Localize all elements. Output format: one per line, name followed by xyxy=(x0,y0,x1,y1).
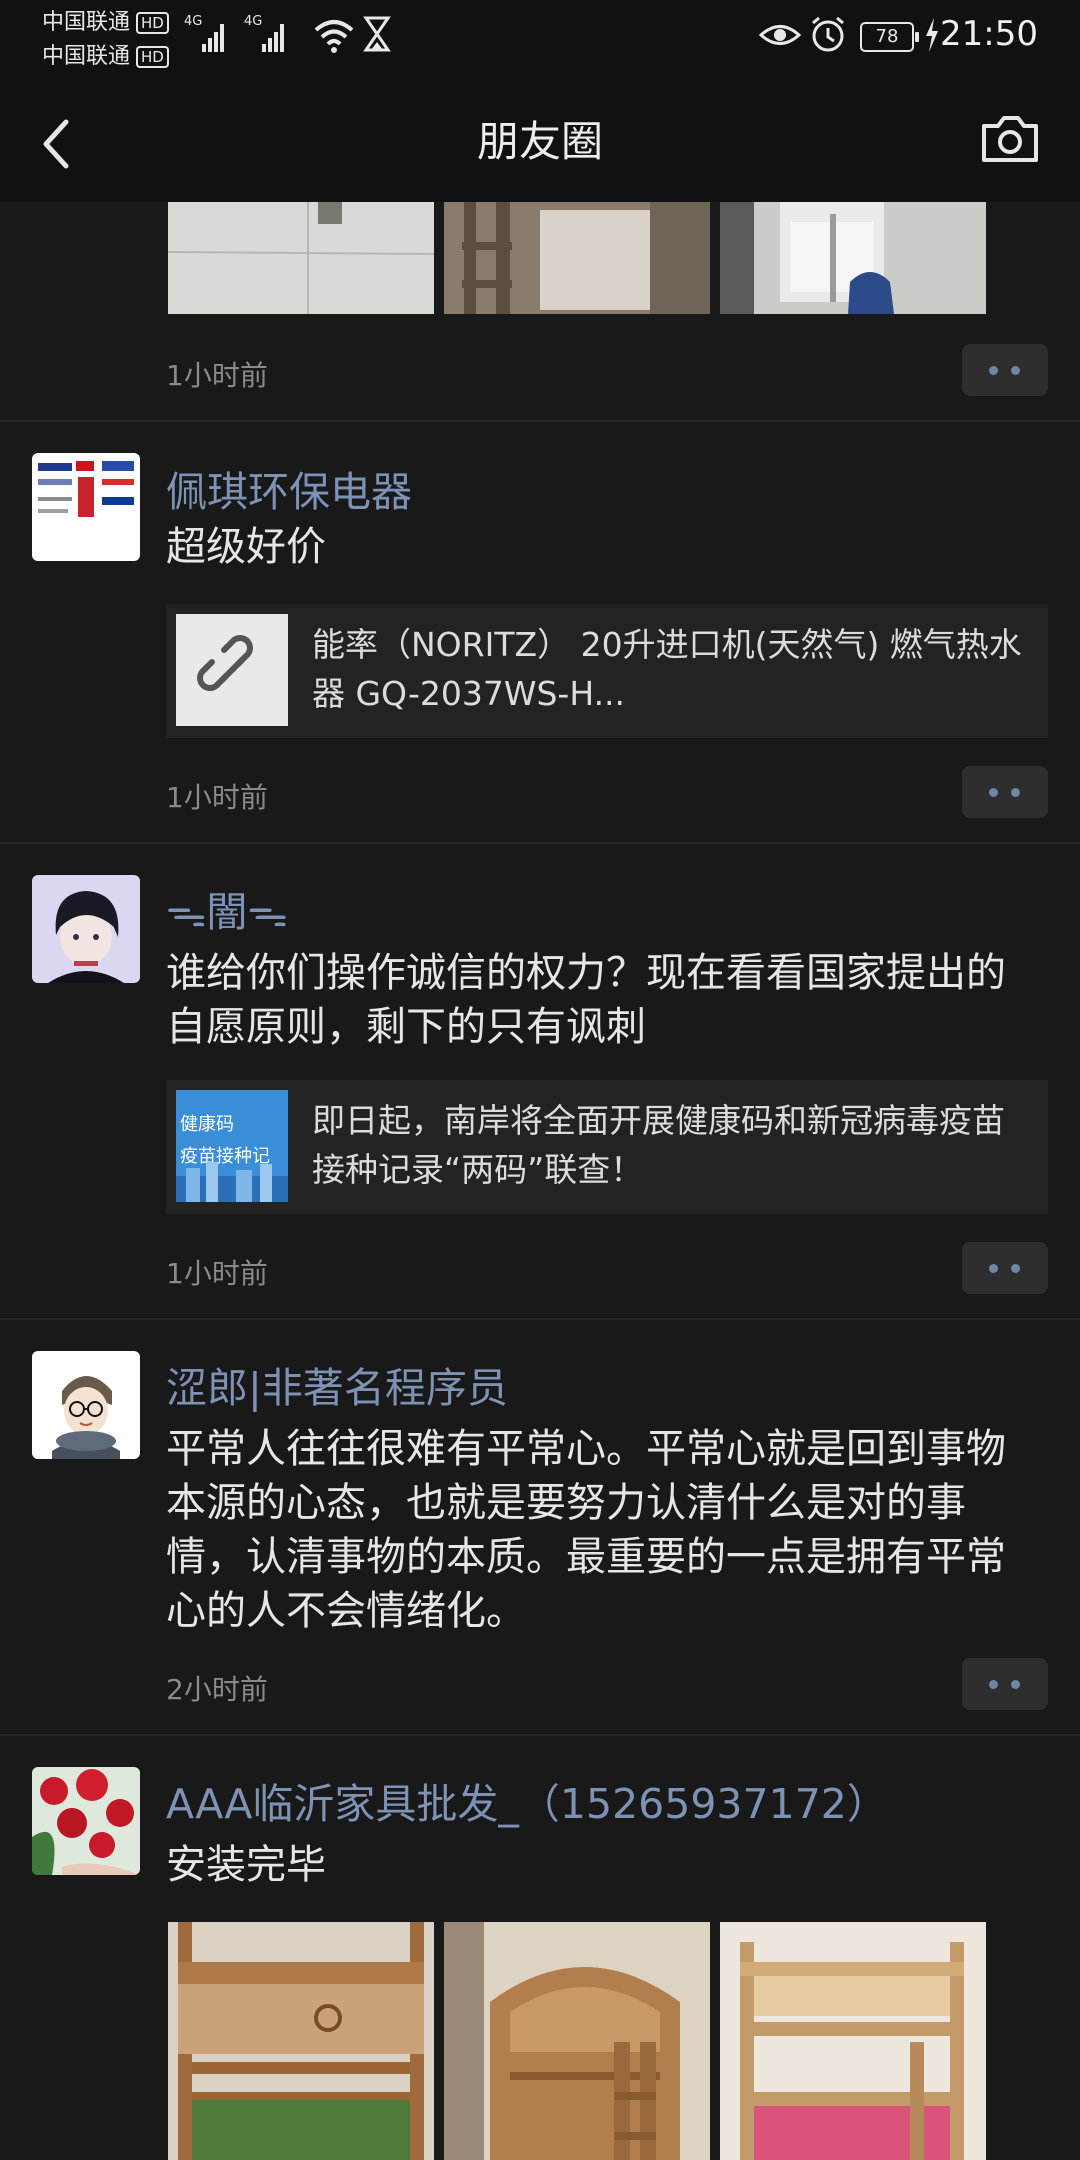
camera-button[interactable] xyxy=(980,112,1040,170)
link-icon xyxy=(176,614,288,726)
post-2-time: 1小时前 xyxy=(166,1257,268,1290)
hourglass-icon xyxy=(362,14,392,60)
post-0-image-2[interactable] xyxy=(444,202,710,314)
post-0-more-button[interactable] xyxy=(962,344,1048,396)
post-2-avatar[interactable] xyxy=(32,875,140,983)
camera-icon xyxy=(982,116,1038,162)
post-3-time: 2小时前 xyxy=(166,1673,268,1706)
page-title: 朋友圈 xyxy=(476,117,603,166)
divider xyxy=(0,1318,1080,1320)
post-4-avatar[interactable] xyxy=(32,1767,140,1875)
hd-badge-1: HD xyxy=(136,12,169,34)
carrier-1-label: 中国联通 xyxy=(42,10,131,35)
dot-icon xyxy=(989,788,998,797)
divider xyxy=(0,842,1080,844)
post-3-more-button[interactable] xyxy=(962,1658,1048,1710)
divider xyxy=(0,1734,1080,1736)
divider xyxy=(0,420,1080,422)
dot-icon xyxy=(1011,366,1020,375)
post-2-text: 谁给你们操作诚信的权力？现在看看国家提出的自愿原则，剩下的只有讽刺 xyxy=(166,950,1006,1050)
dot-icon xyxy=(989,1264,998,1273)
dot-icon xyxy=(1011,1264,1020,1273)
status-bar: 中国联通 HD 中国联通 HD 4G 4G 78 21:50 xyxy=(0,0,1080,70)
post-2-link-title: 即日起，南岸将全面开展健康码和新冠病毒疫苗接种记录“两码”联查！ xyxy=(312,1101,1005,1189)
post-1-link-title: 能率（NORITZ） 20升进口机(天然气) 燃气热水器 GQ-2037WS-H… xyxy=(312,625,1022,713)
dot-icon xyxy=(1011,788,1020,797)
signal-icon-1: 4G xyxy=(184,14,228,60)
wifi-icon xyxy=(312,14,356,60)
network-type-2: 4G xyxy=(244,14,263,29)
dot-icon xyxy=(989,1680,998,1689)
post-4-image-1[interactable] xyxy=(168,1922,434,2160)
post-1-link-card[interactable]: 能率（NORITZ） 20升进口机(天然气) 燃气热水器 GQ-2037WS-H… xyxy=(166,604,1048,738)
dot-icon xyxy=(989,366,998,375)
post-1-avatar[interactable] xyxy=(32,453,140,561)
hd-badge-2: HD xyxy=(136,46,169,68)
post-1-author-name[interactable]: 佩琪环保电器 xyxy=(166,458,412,518)
clock: 21:50 xyxy=(940,14,1038,54)
post-4-author-name[interactable]: AAA临沂家具批发_（15265937172） xyxy=(166,1770,888,1830)
charging-icon xyxy=(924,14,940,60)
post-2-link-thumbnail: 健康码 疫苗接种记 xyxy=(176,1090,288,1202)
carrier-2: 中国联通 HD xyxy=(42,38,169,70)
post-1-more-button[interactable] xyxy=(962,766,1048,818)
post-3-text: 平常人往往很难有平常心。平常心就是回到事物本源的心态，也就是要努力认清什么是对的… xyxy=(166,1426,1006,1634)
post-2-more-button[interactable] xyxy=(962,1242,1048,1294)
post-0-image-3[interactable] xyxy=(720,202,986,314)
dot-icon xyxy=(1011,1680,1020,1689)
eye-comfort-icon xyxy=(758,14,802,60)
carrier-1: 中国联通 HD xyxy=(42,4,169,36)
post-0-image-1[interactable] xyxy=(168,202,434,314)
alarm-icon xyxy=(808,14,848,60)
battery-indicator: 78 xyxy=(860,22,919,52)
nav-bar: 朋友圈 xyxy=(0,70,1080,202)
network-type-1: 4G xyxy=(184,14,203,29)
signal-icon-2: 4G xyxy=(244,14,288,60)
post-3-avatar[interactable] xyxy=(32,1351,140,1459)
moments-feed[interactable]: 1小时前 佩琪环保电器 超级好价 能率（NORITZ） 20升进口机(天然气) … xyxy=(0,202,1080,2160)
carrier-2-label: 中国联通 xyxy=(42,44,131,69)
post-0-time: 1小时前 xyxy=(166,359,268,392)
post-2-link-card[interactable]: 健康码 疫苗接种记 即日起，南岸将全面开展健康码和新冠病毒疫苗接种记录“两码”联… xyxy=(166,1080,1048,1214)
post-4-image-3[interactable] xyxy=(720,1922,986,2160)
post-1-text: 超级好价 xyxy=(166,524,326,570)
post-2-author-name[interactable]: ᯓ闇ᯓ xyxy=(166,878,288,939)
post-1-time: 1小时前 xyxy=(166,781,268,814)
post-4-text: 安装完毕 xyxy=(166,1842,326,1888)
post-4-image-2[interactable] xyxy=(444,1922,710,2160)
post-3-author-name[interactable]: 涩郎|非著名程序员 xyxy=(166,1354,508,1414)
